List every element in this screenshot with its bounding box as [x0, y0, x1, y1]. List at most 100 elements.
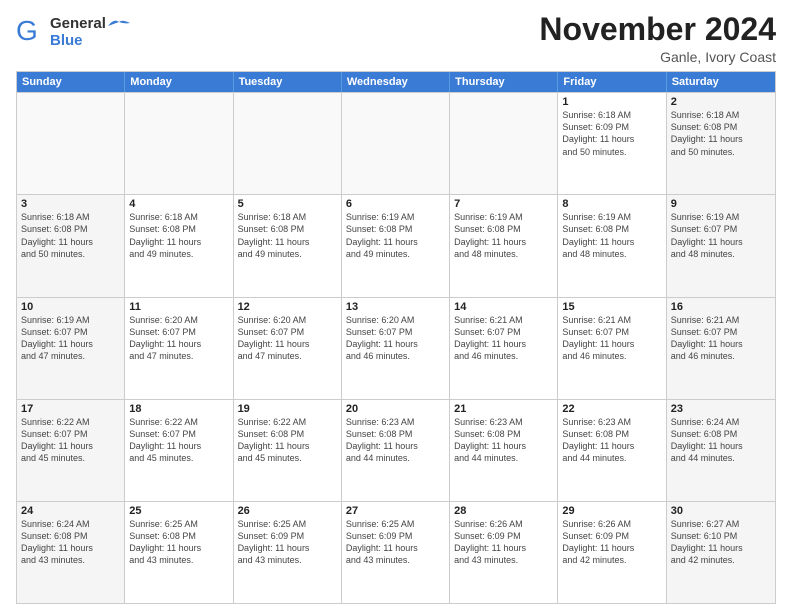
main-title: November 2024 [539, 12, 776, 47]
day-number: 14 [454, 301, 553, 313]
calendar-cell-19: 19Sunrise: 6:22 AM Sunset: 6:08 PM Dayli… [234, 400, 342, 501]
calendar-cell-26: 26Sunrise: 6:25 AM Sunset: 6:09 PM Dayli… [234, 502, 342, 603]
day-number: 6 [346, 198, 445, 210]
calendar-cell-9: 9Sunrise: 6:19 AM Sunset: 6:07 PM Daylig… [667, 195, 775, 296]
day-info: Sunrise: 6:22 AM Sunset: 6:07 PM Dayligh… [21, 416, 120, 465]
calendar-cell-7: 7Sunrise: 6:19 AM Sunset: 6:08 PM Daylig… [450, 195, 558, 296]
day-number: 16 [671, 301, 771, 313]
header-day-monday: Monday [125, 72, 233, 92]
calendar-cell-22: 22Sunrise: 6:23 AM Sunset: 6:08 PM Dayli… [558, 400, 666, 501]
calendar-cell-empty-0-1 [125, 93, 233, 194]
header-day-thursday: Thursday [450, 72, 558, 92]
day-number: 10 [21, 301, 120, 313]
header-day-friday: Friday [558, 72, 666, 92]
calendar-cell-empty-0-4 [450, 93, 558, 194]
day-info: Sunrise: 6:23 AM Sunset: 6:08 PM Dayligh… [346, 416, 445, 465]
header-day-wednesday: Wednesday [342, 72, 450, 92]
calendar-cell-30: 30Sunrise: 6:27 AM Sunset: 6:10 PM Dayli… [667, 502, 775, 603]
day-number: 18 [129, 403, 228, 415]
day-info: Sunrise: 6:21 AM Sunset: 6:07 PM Dayligh… [671, 314, 771, 363]
day-number: 3 [21, 198, 120, 210]
day-info: Sunrise: 6:26 AM Sunset: 6:09 PM Dayligh… [454, 518, 553, 567]
calendar-cell-6: 6Sunrise: 6:19 AM Sunset: 6:08 PM Daylig… [342, 195, 450, 296]
day-number: 5 [238, 198, 337, 210]
calendar-cell-18: 18Sunrise: 6:22 AM Sunset: 6:07 PM Dayli… [125, 400, 233, 501]
day-info: Sunrise: 6:22 AM Sunset: 6:08 PM Dayligh… [238, 416, 337, 465]
day-info: Sunrise: 6:21 AM Sunset: 6:07 PM Dayligh… [454, 314, 553, 363]
day-number: 21 [454, 403, 553, 415]
calendar-cell-25: 25Sunrise: 6:25 AM Sunset: 6:08 PM Dayli… [125, 502, 233, 603]
day-info: Sunrise: 6:27 AM Sunset: 6:10 PM Dayligh… [671, 518, 771, 567]
day-number: 17 [21, 403, 120, 415]
day-info: Sunrise: 6:23 AM Sunset: 6:08 PM Dayligh… [562, 416, 661, 465]
day-number: 15 [562, 301, 661, 313]
calendar-cell-empty-0-3 [342, 93, 450, 194]
day-number: 12 [238, 301, 337, 313]
day-info: Sunrise: 6:20 AM Sunset: 6:07 PM Dayligh… [129, 314, 228, 363]
header: G General Blue November 2024 Ganle, Ivor… [16, 12, 776, 65]
day-number: 19 [238, 403, 337, 415]
day-info: Sunrise: 6:19 AM Sunset: 6:07 PM Dayligh… [671, 211, 771, 260]
calendar-cell-2: 2Sunrise: 6:18 AM Sunset: 6:08 PM Daylig… [667, 93, 775, 194]
logo-icon: G [16, 12, 46, 53]
calendar-cell-13: 13Sunrise: 6:20 AM Sunset: 6:07 PM Dayli… [342, 298, 450, 399]
header-day-saturday: Saturday [667, 72, 775, 92]
header-day-sunday: Sunday [17, 72, 125, 92]
day-info: Sunrise: 6:18 AM Sunset: 6:08 PM Dayligh… [671, 109, 771, 158]
calendar-cell-21: 21Sunrise: 6:23 AM Sunset: 6:08 PM Dayli… [450, 400, 558, 501]
calendar-cell-17: 17Sunrise: 6:22 AM Sunset: 6:07 PM Dayli… [17, 400, 125, 501]
calendar-cell-27: 27Sunrise: 6:25 AM Sunset: 6:09 PM Dayli… [342, 502, 450, 603]
day-number: 2 [671, 96, 771, 108]
title-section: November 2024 Ganle, Ivory Coast [539, 12, 776, 65]
calendar-cell-1: 1Sunrise: 6:18 AM Sunset: 6:09 PM Daylig… [558, 93, 666, 194]
day-info: Sunrise: 6:20 AM Sunset: 6:07 PM Dayligh… [346, 314, 445, 363]
day-info: Sunrise: 6:18 AM Sunset: 6:08 PM Dayligh… [129, 211, 228, 260]
day-number: 11 [129, 301, 228, 313]
calendar-cell-empty-0-0 [17, 93, 125, 194]
day-info: Sunrise: 6:22 AM Sunset: 6:07 PM Dayligh… [129, 416, 228, 465]
day-info: Sunrise: 6:19 AM Sunset: 6:08 PM Dayligh… [562, 211, 661, 260]
day-number: 8 [562, 198, 661, 210]
day-info: Sunrise: 6:21 AM Sunset: 6:07 PM Dayligh… [562, 314, 661, 363]
day-number: 4 [129, 198, 228, 210]
day-number: 1 [562, 96, 661, 108]
calendar-row-3: 10Sunrise: 6:19 AM Sunset: 6:07 PM Dayli… [17, 297, 775, 399]
day-number: 7 [454, 198, 553, 210]
day-info: Sunrise: 6:20 AM Sunset: 6:07 PM Dayligh… [238, 314, 337, 363]
calendar-cell-5: 5Sunrise: 6:18 AM Sunset: 6:08 PM Daylig… [234, 195, 342, 296]
subtitle: Ganle, Ivory Coast [539, 49, 776, 65]
day-number: 29 [562, 505, 661, 517]
day-number: 23 [671, 403, 771, 415]
day-info: Sunrise: 6:18 AM Sunset: 6:08 PM Dayligh… [21, 211, 120, 260]
day-number: 30 [671, 505, 771, 517]
calendar-cell-4: 4Sunrise: 6:18 AM Sunset: 6:08 PM Daylig… [125, 195, 233, 296]
calendar-cell-20: 20Sunrise: 6:23 AM Sunset: 6:08 PM Dayli… [342, 400, 450, 501]
calendar-cell-8: 8Sunrise: 6:19 AM Sunset: 6:08 PM Daylig… [558, 195, 666, 296]
page: G General Blue November 2024 Ganle, Ivor… [0, 0, 792, 612]
calendar-body: 1Sunrise: 6:18 AM Sunset: 6:09 PM Daylig… [17, 92, 775, 603]
logo-line2: Blue [50, 33, 106, 50]
calendar-cell-28: 28Sunrise: 6:26 AM Sunset: 6:09 PM Dayli… [450, 502, 558, 603]
calendar-cell-15: 15Sunrise: 6:21 AM Sunset: 6:07 PM Dayli… [558, 298, 666, 399]
calendar-cell-12: 12Sunrise: 6:20 AM Sunset: 6:07 PM Dayli… [234, 298, 342, 399]
day-info: Sunrise: 6:24 AM Sunset: 6:08 PM Dayligh… [21, 518, 120, 567]
day-info: Sunrise: 6:24 AM Sunset: 6:08 PM Dayligh… [671, 416, 771, 465]
day-number: 24 [21, 505, 120, 517]
calendar-cell-10: 10Sunrise: 6:19 AM Sunset: 6:07 PM Dayli… [17, 298, 125, 399]
calendar-cell-empty-0-2 [234, 93, 342, 194]
day-number: 26 [238, 505, 337, 517]
day-number: 27 [346, 505, 445, 517]
day-info: Sunrise: 6:19 AM Sunset: 6:07 PM Dayligh… [21, 314, 120, 363]
day-number: 9 [671, 198, 771, 210]
day-number: 20 [346, 403, 445, 415]
day-info: Sunrise: 6:26 AM Sunset: 6:09 PM Dayligh… [562, 518, 661, 567]
calendar-cell-29: 29Sunrise: 6:26 AM Sunset: 6:09 PM Dayli… [558, 502, 666, 603]
day-number: 25 [129, 505, 228, 517]
day-info: Sunrise: 6:19 AM Sunset: 6:08 PM Dayligh… [346, 211, 445, 260]
logo: G General Blue [16, 12, 130, 53]
calendar-cell-16: 16Sunrise: 6:21 AM Sunset: 6:07 PM Dayli… [667, 298, 775, 399]
day-number: 28 [454, 505, 553, 517]
day-info: Sunrise: 6:19 AM Sunset: 6:08 PM Dayligh… [454, 211, 553, 260]
calendar-header: SundayMondayTuesdayWednesdayThursdayFrid… [17, 72, 775, 92]
calendar-row-2: 3Sunrise: 6:18 AM Sunset: 6:08 PM Daylig… [17, 194, 775, 296]
